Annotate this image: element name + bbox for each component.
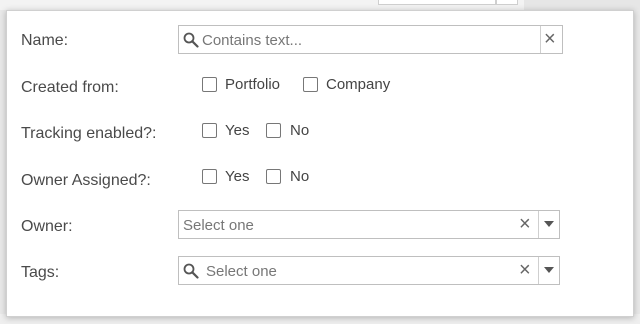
chevron-down-icon[interactable] xyxy=(544,267,554,273)
tracking-enabled-label: Tracking enabled?: xyxy=(21,125,157,142)
tracking-no-checkbox[interactable] xyxy=(266,123,281,138)
owner-assigned-yes-label[interactable]: Yes xyxy=(225,168,249,185)
owner-label: Owner: xyxy=(21,218,73,235)
created-from-label: Created from: xyxy=(21,79,119,96)
name-clear-icon[interactable]: × xyxy=(544,29,556,49)
owner-assigned-no-label[interactable]: No xyxy=(290,168,309,185)
tags-dropdown-separator xyxy=(538,257,539,284)
name-label: Name: xyxy=(21,32,69,49)
created-from-company-checkbox[interactable] xyxy=(303,77,318,92)
owner-select[interactable]: Select one × xyxy=(178,210,560,239)
tracking-yes-label[interactable]: Yes xyxy=(225,122,249,139)
owner-clear-icon[interactable]: × xyxy=(519,214,531,234)
tags-label: Tags: xyxy=(21,264,60,281)
created-from-portfolio-checkbox[interactable] xyxy=(202,77,217,92)
search-icon xyxy=(183,32,199,48)
created-from-portfolio-label[interactable]: Portfolio xyxy=(225,76,280,93)
created-from-company-label[interactable]: Company xyxy=(326,76,390,93)
background-panel xyxy=(524,0,640,10)
chevron-down-icon[interactable] xyxy=(544,221,554,227)
tags-clear-icon[interactable]: × xyxy=(519,260,531,280)
search-icon xyxy=(183,263,199,279)
background-input xyxy=(378,0,496,5)
owner-assigned-label: Owner Assigned?: xyxy=(21,172,151,189)
tags-placeholder: Select one xyxy=(206,263,277,280)
tags-select[interactable]: Select one × xyxy=(178,256,560,285)
tracking-yes-checkbox[interactable] xyxy=(202,123,217,138)
tracking-no-label[interactable]: No xyxy=(290,122,309,139)
owner-dropdown-separator xyxy=(538,211,539,238)
owner-placeholder: Select one xyxy=(183,217,254,234)
name-placeholder: Contains text... xyxy=(202,32,303,49)
name-search-field[interactable]: Contains text... × xyxy=(178,25,563,54)
background-button xyxy=(496,0,518,5)
owner-assigned-no-checkbox[interactable] xyxy=(266,169,281,184)
owner-assigned-yes-checkbox[interactable] xyxy=(202,169,217,184)
filter-popup: Name: Contains text... × Created from: P… xyxy=(6,10,634,317)
name-clear-separator xyxy=(540,26,541,53)
